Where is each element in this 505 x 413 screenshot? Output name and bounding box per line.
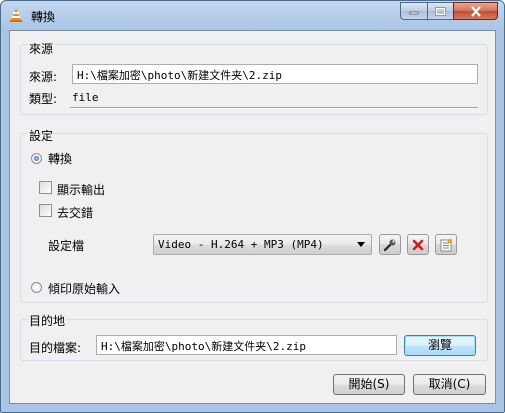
show-output-checkbox[interactable] bbox=[39, 181, 52, 194]
dialog-body: 來源 來源: H:\檔案加密\photo\新建文件夹\2.zip 類型: fil… bbox=[9, 30, 496, 404]
source-divider bbox=[70, 107, 478, 109]
destination-file-field[interactable]: H:\檔案加密\photo\新建文件夹\2.zip bbox=[96, 335, 397, 355]
settings-group-label: 設定 bbox=[28, 127, 55, 144]
source-path-label: 來源: bbox=[29, 70, 58, 84]
minimize-button[interactable] bbox=[400, 2, 427, 20]
window-title: 轉換 bbox=[31, 10, 56, 24]
browse-button[interactable]: 瀏覽 bbox=[404, 335, 476, 356]
chevron-down-icon bbox=[357, 242, 365, 247]
deinterlace-label[interactable]: 去交錯 bbox=[57, 204, 93, 221]
vlc-cone-icon bbox=[10, 8, 22, 22]
red-x-icon bbox=[412, 239, 424, 250]
maximize-icon bbox=[435, 6, 446, 16]
window-controls bbox=[400, 2, 498, 21]
maximize-button[interactable] bbox=[427, 2, 453, 20]
edit-profile-button[interactable] bbox=[379, 234, 401, 255]
minimize-icon bbox=[409, 11, 419, 15]
dump-raw-label[interactable]: 傾印原始輸入 bbox=[48, 280, 120, 297]
source-type-label: 類型: bbox=[29, 92, 58, 106]
wrench-icon bbox=[383, 239, 396, 251]
profile-select[interactable]: Video - H.264 + MP3 (MP4) bbox=[153, 234, 372, 255]
convert-radio-label[interactable]: 轉換 bbox=[48, 150, 72, 167]
source-path-field[interactable]: H:\檔案加密\photo\新建文件夹\2.zip bbox=[72, 64, 478, 84]
convert-dialog: 轉換 來源 來源: H:\檔案加密\photo\新建文件夹\2.zip 類型: … bbox=[0, 0, 505, 413]
close-button[interactable] bbox=[453, 2, 498, 20]
source-type-value: file bbox=[72, 91, 99, 104]
new-profile-button[interactable] bbox=[435, 234, 457, 255]
close-icon bbox=[470, 5, 481, 17]
delete-profile-button[interactable] bbox=[407, 234, 429, 255]
title-bar[interactable]: 轉換 bbox=[1, 1, 504, 29]
source-group-label: 來源 bbox=[28, 40, 55, 57]
cancel-button[interactable]: 取消(C) bbox=[413, 374, 486, 395]
profile-label: 設定檔 bbox=[48, 239, 85, 253]
new-list-icon bbox=[440, 238, 453, 251]
profile-select-value: Video - H.264 + MP3 (MP4) bbox=[158, 238, 324, 251]
convert-radio[interactable] bbox=[31, 153, 42, 164]
dump-raw-radio[interactable] bbox=[31, 282, 42, 293]
deinterlace-checkbox[interactable] bbox=[39, 204, 52, 217]
show-output-label[interactable]: 顯示輸出 bbox=[57, 181, 105, 198]
start-button[interactable]: 開始(S) bbox=[333, 374, 405, 395]
destination-file-label: 目的檔案: bbox=[29, 341, 82, 355]
destination-group-label: 目的地 bbox=[28, 312, 67, 329]
